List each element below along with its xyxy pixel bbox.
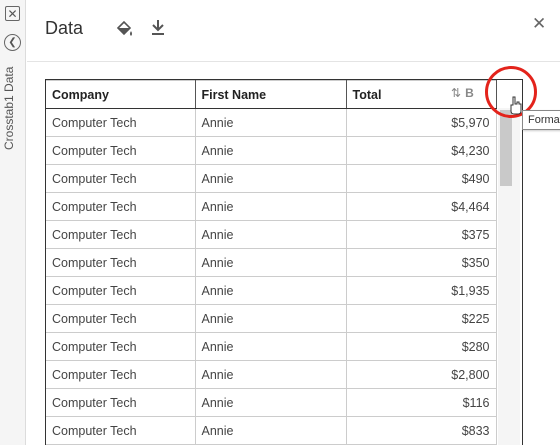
cell-total: $490 [345,164,497,193]
data-table: Company First Name Total Computer Tech An… [46,80,497,445]
format-icon[interactable]: B [465,86,474,100]
table-row[interactable]: Computer Tech Annie $5,970 [46,108,497,137]
cell-total: $4,464 [345,192,497,221]
cell-company: Computer Tech [46,416,196,445]
cell-company: Computer Tech [46,164,196,193]
cell-first-name: Annie [194,332,347,361]
table-row[interactable]: Computer Tech Annie $2,800 [46,360,497,389]
cell-company: Computer Tech [46,276,196,305]
download-icon[interactable] [150,18,166,36]
cell-first-name: Annie [194,108,347,137]
cell-total: $1,935 [345,276,497,305]
column-header-first-name[interactable]: First Name [194,80,347,109]
table-row[interactable]: Computer Tech Annie $4,230 [46,136,497,165]
cell-company: Computer Tech [46,388,196,417]
data-table-container: Company First Name Total Computer Tech An… [45,79,523,445]
header-icons: ⇅ B [451,86,474,100]
cell-total: $833 [345,416,497,445]
table-row[interactable]: Computer Tech Annie $4,464 [46,192,497,221]
cell-first-name: Annie [194,360,347,389]
data-panel: Data ✕ Company First Name Total Computer… [27,0,560,445]
cell-total: $225 [345,304,497,333]
cell-company: Computer Tech [46,332,196,361]
table-row[interactable]: Computer Tech Annie $1,935 [46,276,497,305]
side-strip: ✕ ❮ Crosstab1 Data [0,0,26,445]
sort-icon[interactable]: ⇅ [451,86,461,100]
table-row[interactable]: Computer Tech Annie $375 [46,220,497,249]
format-tooltip: Format [522,110,560,130]
page-title: Data [45,18,84,38]
paint-bucket-icon[interactable] [115,19,135,39]
cell-total: $4,230 [345,136,497,165]
cell-company: Computer Tech [46,192,196,221]
cell-company: Computer Tech [46,220,196,249]
cell-company: Computer Tech [46,360,196,389]
cell-first-name: Annie [194,248,347,277]
cell-first-name: Annie [194,388,347,417]
cell-company: Computer Tech [46,136,196,165]
table-row[interactable]: Computer Tech Annie $280 [46,332,497,361]
table-row[interactable]: Computer Tech Annie $350 [46,248,497,277]
column-header-company[interactable]: Company [46,80,196,109]
table-header-row: Company First Name Total [46,80,497,109]
table-row[interactable]: Computer Tech Annie $116 [46,388,497,417]
sidebar-label: Crosstab1 Data [2,66,16,150]
cell-total: $116 [345,388,497,417]
cell-first-name: Annie [194,192,347,221]
cell-first-name: Annie [194,164,347,193]
table-row[interactable]: Computer Tech Annie $225 [46,304,497,333]
cell-first-name: Annie [194,416,347,445]
close-icon[interactable]: ✕ [532,14,546,34]
cell-total: $2,800 [345,360,497,389]
cell-first-name: Annie [194,220,347,249]
cell-total: $5,970 [345,108,497,137]
cell-first-name: Annie [194,136,347,165]
cell-company: Computer Tech [46,304,196,333]
cell-first-name: Annie [194,304,347,333]
cell-first-name: Annie [194,276,347,305]
cell-total: $280 [345,332,497,361]
cell-total: $350 [345,248,497,277]
table-row[interactable]: Computer Tech Annie $490 [46,164,497,193]
panel-header: Data ✕ [27,0,560,62]
scrollbar-thumb[interactable] [500,110,512,186]
cell-total: $375 [345,220,497,249]
cell-company: Computer Tech [46,108,196,137]
cell-company: Computer Tech [46,248,196,277]
table-row[interactable]: Computer Tech Annie $833 [46,416,497,445]
